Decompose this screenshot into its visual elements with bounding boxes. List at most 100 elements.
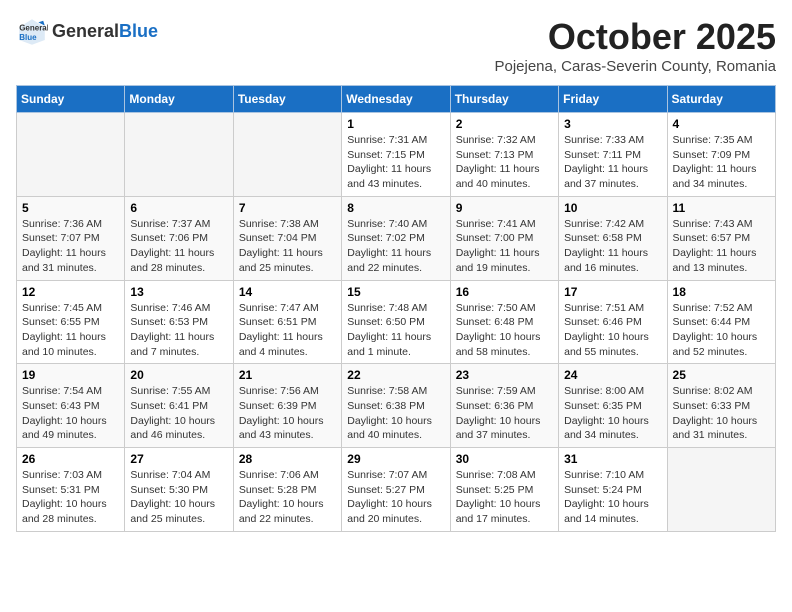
day-info: Sunrise: 7:46 AM Sunset: 6:53 PM Dayligh… (130, 301, 227, 360)
day-info: Sunrise: 7:33 AM Sunset: 7:11 PM Dayligh… (564, 133, 661, 192)
calendar-cell: 31 Sunrise: 7:10 AM Sunset: 5:24 PM Dayli… (559, 448, 667, 532)
day-number: 1 (347, 117, 444, 131)
day-number: 7 (239, 201, 336, 215)
calendar-cell: 4 Sunrise: 7:35 AM Sunset: 7:09 PM Daylig… (667, 113, 775, 197)
day-number: 3 (564, 117, 661, 131)
day-info: Sunrise: 7:56 AM Sunset: 6:39 PM Dayligh… (239, 384, 336, 443)
day-info: Sunrise: 7:51 AM Sunset: 6:46 PM Dayligh… (564, 301, 661, 360)
calendar-cell: 21Sunrise: 7:56 AM Sunset: 6:39 PM Dayli… (233, 364, 341, 448)
day-info: Sunrise: 7:47 AM Sunset: 6:51 PM Dayligh… (239, 301, 336, 360)
calendar-cell: 16 Sunrise: 7:50 AM Sunset: 6:48 PM Dayli… (450, 280, 558, 364)
weekday-header-sunday: Sunday (17, 86, 125, 113)
weekday-header-monday: Monday (125, 86, 233, 113)
day-info: Sunrise: 7:59 AM Sunset: 6:36 PM Dayligh… (456, 384, 553, 443)
day-info: Sunrise: 7:40 AM Sunset: 7:02 PM Dayligh… (347, 217, 444, 276)
logo: General Blue GeneralBlue (16, 16, 158, 48)
logo-general-text: General (52, 22, 119, 42)
calendar-cell: 2 Sunrise: 7:32 AM Sunset: 7:13 PM Daylig… (450, 113, 558, 197)
calendar-cell: 29 Sunrise: 7:07 AM Sunset: 5:27 PM Dayli… (342, 448, 450, 532)
calendar-cell: 30Sunrise: 7:08 AM Sunset: 5:25 PM Dayli… (450, 448, 558, 532)
weekday-header-wednesday: Wednesday (342, 86, 450, 113)
calendar-cell: 15 Sunrise: 7:48 AM Sunset: 6:50 PM Dayli… (342, 280, 450, 364)
calendar-cell: 9Sunrise: 7:41 AM Sunset: 7:00 PM Daylig… (450, 196, 558, 280)
calendar-cell (17, 113, 125, 197)
day-info: Sunrise: 8:00 AM Sunset: 6:35 PM Dayligh… (564, 384, 661, 443)
day-info: Sunrise: 7:35 AM Sunset: 7:09 PM Dayligh… (673, 133, 770, 192)
weekday-header-friday: Friday (559, 86, 667, 113)
calendar-cell: 20 Sunrise: 7:55 AM Sunset: 6:41 PM Dayli… (125, 364, 233, 448)
day-info: Sunrise: 7:42 AM Sunset: 6:58 PM Dayligh… (564, 217, 661, 276)
calendar-table: SundayMondayTuesdayWednesdayThursdayFrid… (16, 85, 776, 532)
day-number: 20 (130, 368, 227, 382)
logo-blue-text: Blue (119, 22, 158, 42)
calendar-cell: 8 Sunrise: 7:40 AM Sunset: 7:02 PM Daylig… (342, 196, 450, 280)
day-number: 26 (22, 452, 119, 466)
day-number: 18 (673, 285, 770, 299)
calendar-cell: 11 Sunrise: 7:43 AM Sunset: 6:57 PM Dayli… (667, 196, 775, 280)
day-info: Sunrise: 7:08 AM Sunset: 5:25 PM Dayligh… (456, 468, 553, 527)
calendar-cell: 18 Sunrise: 7:52 AM Sunset: 6:44 PM Dayli… (667, 280, 775, 364)
day-number: 23 (456, 368, 553, 382)
day-number: 29 (347, 452, 444, 466)
calendar-cell: 28Sunrise: 7:06 AM Sunset: 5:28 PM Dayli… (233, 448, 341, 532)
day-info: Sunrise: 7:55 AM Sunset: 6:41 PM Dayligh… (130, 384, 227, 443)
day-number: 2 (456, 117, 553, 131)
day-info: Sunrise: 7:54 AM Sunset: 6:43 PM Dayligh… (22, 384, 119, 443)
weekday-header-tuesday: Tuesday (233, 86, 341, 113)
calendar-cell: 7 Sunrise: 7:38 AM Sunset: 7:04 PM Daylig… (233, 196, 341, 280)
calendar-cell: 23 Sunrise: 7:59 AM Sunset: 6:36 PM Dayli… (450, 364, 558, 448)
day-info: Sunrise: 7:32 AM Sunset: 7:13 PM Dayligh… (456, 133, 553, 192)
day-number: 22 (347, 368, 444, 382)
weekday-header-row: SundayMondayTuesdayWednesdayThursdayFrid… (17, 86, 776, 113)
calendar-week-row: 12 Sunrise: 7:45 AM Sunset: 6:55 PM Dayli… (17, 280, 776, 364)
day-number: 12 (22, 285, 119, 299)
month-title: October 2025 (494, 16, 776, 58)
calendar-cell (125, 113, 233, 197)
day-info: Sunrise: 8:02 AM Sunset: 6:33 PM Dayligh… (673, 384, 770, 443)
day-info: Sunrise: 7:45 AM Sunset: 6:55 PM Dayligh… (22, 301, 119, 360)
calendar-cell: 27Sunrise: 7:04 AM Sunset: 5:30 PM Dayli… (125, 448, 233, 532)
day-info: Sunrise: 7:38 AM Sunset: 7:04 PM Dayligh… (239, 217, 336, 276)
day-number: 6 (130, 201, 227, 215)
day-number: 27 (130, 452, 227, 466)
calendar-cell: 26 Sunrise: 7:03 AM Sunset: 5:31 PM Dayli… (17, 448, 125, 532)
calendar-cell: 5Sunrise: 7:36 AM Sunset: 7:07 PM Daylig… (17, 196, 125, 280)
day-number: 15 (347, 285, 444, 299)
calendar-cell (667, 448, 775, 532)
day-number: 16 (456, 285, 553, 299)
day-number: 10 (564, 201, 661, 215)
calendar-cell: 22Sunrise: 7:58 AM Sunset: 6:38 PM Dayli… (342, 364, 450, 448)
day-number: 31 (564, 452, 661, 466)
calendar-week-row: 19 Sunrise: 7:54 AM Sunset: 6:43 PM Dayli… (17, 364, 776, 448)
svg-text:Blue: Blue (19, 33, 37, 42)
calendar-week-row: 1Sunrise: 7:31 AM Sunset: 7:15 PM Daylig… (17, 113, 776, 197)
day-number: 8 (347, 201, 444, 215)
day-number: 4 (673, 117, 770, 131)
calendar-cell: 1Sunrise: 7:31 AM Sunset: 7:15 PM Daylig… (342, 113, 450, 197)
location-subtitle: Pojejena, Caras-Severin County, Romania (494, 58, 776, 75)
calendar-cell (233, 113, 341, 197)
day-info: Sunrise: 7:43 AM Sunset: 6:57 PM Dayligh… (673, 217, 770, 276)
day-info: Sunrise: 7:48 AM Sunset: 6:50 PM Dayligh… (347, 301, 444, 360)
day-number: 17 (564, 285, 661, 299)
calendar-cell: 14Sunrise: 7:47 AM Sunset: 6:51 PM Dayli… (233, 280, 341, 364)
day-number: 11 (673, 201, 770, 215)
day-info: Sunrise: 7:52 AM Sunset: 6:44 PM Dayligh… (673, 301, 770, 360)
day-info: Sunrise: 7:10 AM Sunset: 5:24 PM Dayligh… (564, 468, 661, 527)
day-info: Sunrise: 7:36 AM Sunset: 7:07 PM Dayligh… (22, 217, 119, 276)
day-info: Sunrise: 7:50 AM Sunset: 6:48 PM Dayligh… (456, 301, 553, 360)
day-number: 25 (673, 368, 770, 382)
title-block: October 2025 Pojejena, Caras-Severin Cou… (494, 16, 776, 75)
day-info: Sunrise: 7:07 AM Sunset: 5:27 PM Dayligh… (347, 468, 444, 527)
day-info: Sunrise: 7:06 AM Sunset: 5:28 PM Dayligh… (239, 468, 336, 527)
day-number: 19 (22, 368, 119, 382)
weekday-header-thursday: Thursday (450, 86, 558, 113)
calendar-cell: 17 Sunrise: 7:51 AM Sunset: 6:46 PM Dayli… (559, 280, 667, 364)
day-number: 24 (564, 368, 661, 382)
day-info: Sunrise: 7:41 AM Sunset: 7:00 PM Dayligh… (456, 217, 553, 276)
calendar-cell: 13Sunrise: 7:46 AM Sunset: 6:53 PM Dayli… (125, 280, 233, 364)
calendar-cell: 25 Sunrise: 8:02 AM Sunset: 6:33 PM Dayli… (667, 364, 775, 448)
day-info: Sunrise: 7:03 AM Sunset: 5:31 PM Dayligh… (22, 468, 119, 527)
calendar-week-row: 26 Sunrise: 7:03 AM Sunset: 5:31 PM Dayli… (17, 448, 776, 532)
calendar-cell: 3 Sunrise: 7:33 AM Sunset: 7:11 PM Daylig… (559, 113, 667, 197)
